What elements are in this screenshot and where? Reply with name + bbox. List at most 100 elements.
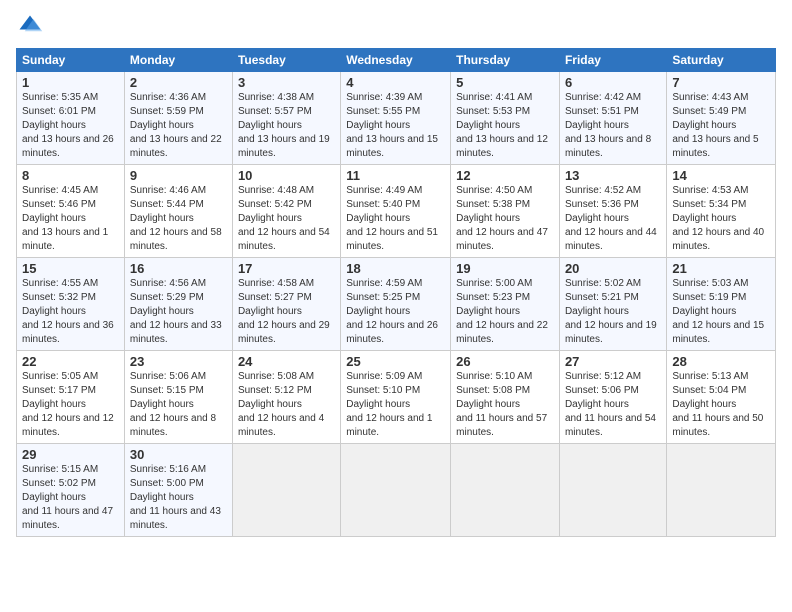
day-number: 19 (456, 261, 554, 276)
day-cell: 19Sunrise: 5:00 AMSunset: 5:23 PMDayligh… (451, 258, 560, 351)
day-cell: 12 Sunrise: 4:50 AMSunset: 5:38 PMDayligh… (451, 165, 560, 258)
day-info: Sunrise: 4:36 AMSunset: 5:59 PMDaylight … (130, 92, 222, 159)
day-number: 12 (456, 168, 554, 183)
day-cell: 27 Sunrise: 5:12 AMSunset: 5:06 PMDayligh… (559, 351, 666, 444)
day-cell: 16 Sunrise: 4:56 AMSunset: 5:29 PMDayligh… (124, 258, 232, 351)
day-cell (559, 444, 666, 537)
logo (16, 12, 48, 40)
day-info: Sunrise: 4:55 AMSunset: 5:32 PMDaylight … (22, 278, 114, 345)
day-cell: 4 Sunrise: 4:39 AMSunset: 5:55 PMDaylight… (341, 72, 451, 165)
calendar-body: 1 Sunrise: 5:35 AMSunset: 6:01 PMDaylight… (17, 72, 776, 537)
calendar-table: SundayMondayTuesdayWednesdayThursdayFrid… (16, 48, 776, 537)
day-info: Sunrise: 4:58 AMSunset: 5:27 PMDaylight … (238, 278, 330, 345)
week-row-5: 29 Sunrise: 5:15 AMSunset: 5:02 PMDayligh… (17, 444, 776, 537)
day-number: 28 (672, 354, 770, 369)
dow-header-thursday: Thursday (451, 49, 560, 72)
day-cell: 23 Sunrise: 5:06 AMSunset: 5:15 PMDayligh… (124, 351, 232, 444)
day-number: 20 (565, 261, 661, 276)
day-number: 8 (22, 168, 119, 183)
week-row-3: 15 Sunrise: 4:55 AMSunset: 5:32 PMDayligh… (17, 258, 776, 351)
day-info: Sunrise: 4:52 AMSunset: 5:36 PMDaylight … (565, 185, 657, 252)
day-cell: 28 Sunrise: 5:13 AMSunset: 5:04 PMDayligh… (667, 351, 776, 444)
days-of-week-row: SundayMondayTuesdayWednesdayThursdayFrid… (17, 49, 776, 72)
day-cell: 26 Sunrise: 5:10 AMSunset: 5:08 PMDayligh… (451, 351, 560, 444)
day-info: Sunrise: 5:13 AMSunset: 5:04 PMDaylight … (672, 371, 763, 438)
day-number: 17 (238, 261, 335, 276)
day-number: 11 (346, 168, 445, 183)
day-cell: 6Sunrise: 4:42 AMSunset: 5:51 PMDaylight… (559, 72, 666, 165)
dow-header-monday: Monday (124, 49, 232, 72)
day-info: Sunrise: 4:43 AMSunset: 5:49 PMDaylight … (672, 92, 758, 159)
day-cell: 21Sunrise: 5:03 AMSunset: 5:19 PMDayligh… (667, 258, 776, 351)
dow-header-friday: Friday (559, 49, 666, 72)
day-cell: 8 Sunrise: 4:45 AMSunset: 5:46 PMDaylight… (17, 165, 125, 258)
day-info: Sunrise: 5:12 AMSunset: 5:06 PMDaylight … (565, 371, 656, 438)
day-cell: 1 Sunrise: 5:35 AMSunset: 6:01 PMDaylight… (17, 72, 125, 165)
day-cell: 13 Sunrise: 4:52 AMSunset: 5:36 PMDayligh… (559, 165, 666, 258)
day-info: Sunrise: 4:41 AMSunset: 5:53 PMDaylight … (456, 92, 548, 159)
day-cell (667, 444, 776, 537)
day-cell: 7 Sunrise: 4:43 AMSunset: 5:49 PMDaylight… (667, 72, 776, 165)
day-number: 4 (346, 75, 445, 90)
day-info: Sunrise: 5:16 AMSunset: 5:00 PMDaylight … (130, 464, 221, 531)
day-info: Sunrise: 5:05 AMSunset: 5:17 PMDaylight … (22, 371, 114, 438)
day-cell: 17 Sunrise: 4:58 AMSunset: 5:27 PMDayligh… (232, 258, 340, 351)
day-info: Sunrise: 5:03 AMSunset: 5:19 PMDaylight … (672, 278, 764, 345)
day-number: 9 (130, 168, 227, 183)
day-info: Sunrise: 5:02 AMSunset: 5:21 PMDaylight … (565, 278, 657, 345)
day-info: Sunrise: 5:15 AMSunset: 5:02 PMDaylight … (22, 464, 113, 531)
day-number: 16 (130, 261, 227, 276)
day-cell: 15 Sunrise: 4:55 AMSunset: 5:32 PMDayligh… (17, 258, 125, 351)
calendar-page: SundayMondayTuesdayWednesdayThursdayFrid… (0, 0, 792, 612)
day-cell: 3 Sunrise: 4:38 AMSunset: 5:57 PMDaylight… (232, 72, 340, 165)
dow-header-sunday: Sunday (17, 49, 125, 72)
day-info: Sunrise: 5:10 AMSunset: 5:08 PMDaylight … (456, 371, 547, 438)
day-number: 1 (22, 75, 119, 90)
day-info: Sunrise: 4:42 AMSunset: 5:51 PMDaylight … (565, 92, 651, 159)
day-number: 15 (22, 261, 119, 276)
day-cell: 5 Sunrise: 4:41 AMSunset: 5:53 PMDaylight… (451, 72, 560, 165)
day-info: Sunrise: 5:06 AMSunset: 5:15 PMDaylight … (130, 371, 216, 438)
day-info: Sunrise: 5:08 AMSunset: 5:12 PMDaylight … (238, 371, 324, 438)
day-number: 3 (238, 75, 335, 90)
day-cell: 10Sunrise: 4:48 AMSunset: 5:42 PMDayligh… (232, 165, 340, 258)
day-info: Sunrise: 5:09 AMSunset: 5:10 PMDaylight … (346, 371, 432, 438)
day-cell: 30Sunrise: 5:16 AMSunset: 5:00 PMDayligh… (124, 444, 232, 537)
dow-header-saturday: Saturday (667, 49, 776, 72)
day-number: 29 (22, 447, 119, 462)
day-cell: 22Sunrise: 5:05 AMSunset: 5:17 PMDayligh… (17, 351, 125, 444)
day-cell: 14 Sunrise: 4:53 AMSunset: 5:34 PMDayligh… (667, 165, 776, 258)
day-number: 27 (565, 354, 661, 369)
day-cell: 25 Sunrise: 5:09 AMSunset: 5:10 PMDayligh… (341, 351, 451, 444)
day-cell: 2 Sunrise: 4:36 AMSunset: 5:59 PMDaylight… (124, 72, 232, 165)
day-number: 24 (238, 354, 335, 369)
day-number: 25 (346, 354, 445, 369)
dow-header-wednesday: Wednesday (341, 49, 451, 72)
day-number: 2 (130, 75, 227, 90)
day-info: Sunrise: 4:45 AMSunset: 5:46 PMDaylight … (22, 185, 108, 252)
day-cell (341, 444, 451, 537)
day-cell: 20 Sunrise: 5:02 AMSunset: 5:21 PMDayligh… (559, 258, 666, 351)
day-number: 10 (238, 168, 335, 183)
day-info: Sunrise: 4:59 AMSunset: 5:25 PMDaylight … (346, 278, 438, 345)
logo-icon (16, 12, 44, 40)
day-info: Sunrise: 4:53 AMSunset: 5:34 PMDaylight … (672, 185, 764, 252)
header (16, 12, 776, 40)
week-row-1: 1 Sunrise: 5:35 AMSunset: 6:01 PMDaylight… (17, 72, 776, 165)
day-cell: 11Sunrise: 4:49 AMSunset: 5:40 PMDayligh… (341, 165, 451, 258)
day-number: 23 (130, 354, 227, 369)
day-info: Sunrise: 4:39 AMSunset: 5:55 PMDaylight … (346, 92, 438, 159)
day-cell (451, 444, 560, 537)
day-info: Sunrise: 4:50 AMSunset: 5:38 PMDaylight … (456, 185, 548, 252)
day-number: 14 (672, 168, 770, 183)
day-number: 7 (672, 75, 770, 90)
day-info: Sunrise: 4:56 AMSunset: 5:29 PMDaylight … (130, 278, 222, 345)
week-row-2: 8 Sunrise: 4:45 AMSunset: 5:46 PMDaylight… (17, 165, 776, 258)
day-info: Sunrise: 4:38 AMSunset: 5:57 PMDaylight … (238, 92, 330, 159)
day-number: 5 (456, 75, 554, 90)
day-number: 13 (565, 168, 661, 183)
week-row-4: 22Sunrise: 5:05 AMSunset: 5:17 PMDayligh… (17, 351, 776, 444)
day-number: 26 (456, 354, 554, 369)
day-cell: 18Sunrise: 4:59 AMSunset: 5:25 PMDayligh… (341, 258, 451, 351)
day-info: Sunrise: 5:35 AMSunset: 6:01 PMDaylight … (22, 92, 114, 159)
